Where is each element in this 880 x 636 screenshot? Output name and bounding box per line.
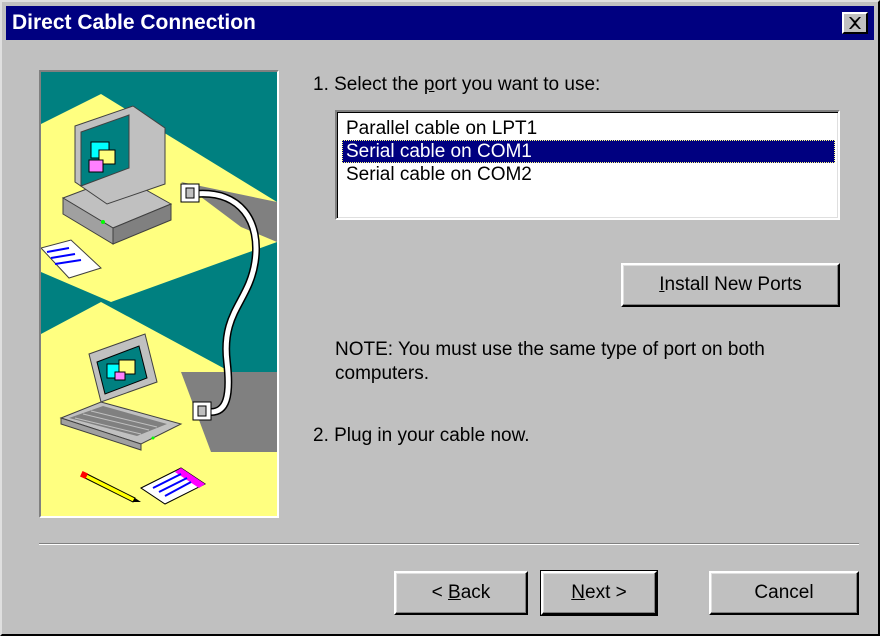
back-accelerator: B xyxy=(448,582,461,603)
install-new-ports-button[interactable]: Install New Ports xyxy=(621,263,840,307)
port-item-com1[interactable]: Serial cable on COM1 xyxy=(342,140,835,163)
next-button[interactable]: Next > xyxy=(540,570,658,616)
step1-accelerator: p xyxy=(423,74,435,95)
note-line1: NOTE: You must use the same type of port… xyxy=(335,339,765,360)
separator xyxy=(39,543,859,545)
next-label: ext > xyxy=(585,582,627,603)
title-bar[interactable]: Direct Cable Connection xyxy=(6,6,874,40)
step1-prefix: 1. Select the xyxy=(313,74,424,95)
close-icon xyxy=(849,17,861,29)
pc-to-laptop-cable-illustration xyxy=(41,72,277,516)
back-prefix: < xyxy=(431,582,449,603)
back-button[interactable]: < Back xyxy=(394,571,528,615)
back-label: ack xyxy=(460,582,491,603)
cancel-button[interactable]: Cancel xyxy=(709,571,859,615)
step2-label: 2. Plug in your cable now. xyxy=(313,425,530,446)
note-line2: computers. xyxy=(335,363,429,384)
step1-suffix: ort you want to use: xyxy=(434,74,601,95)
illustration-panel xyxy=(39,70,279,518)
dialog-window: Direct Cable Connection 1. Select the po… xyxy=(0,0,880,636)
next-accelerator: N xyxy=(571,582,585,603)
install-label: nstall New Ports xyxy=(664,274,802,295)
close-button[interactable] xyxy=(842,12,868,34)
step1-label: 1. Select the port you want to use: xyxy=(313,74,600,96)
port-item-lpt1[interactable]: Parallel cable on LPT1 xyxy=(342,117,835,140)
port-item-com2[interactable]: Serial cable on COM2 xyxy=(342,163,835,186)
port-listbox[interactable]: Parallel cable on LPT1 Serial cable on C… xyxy=(335,110,840,220)
window-title: Direct Cable Connection xyxy=(12,11,256,34)
